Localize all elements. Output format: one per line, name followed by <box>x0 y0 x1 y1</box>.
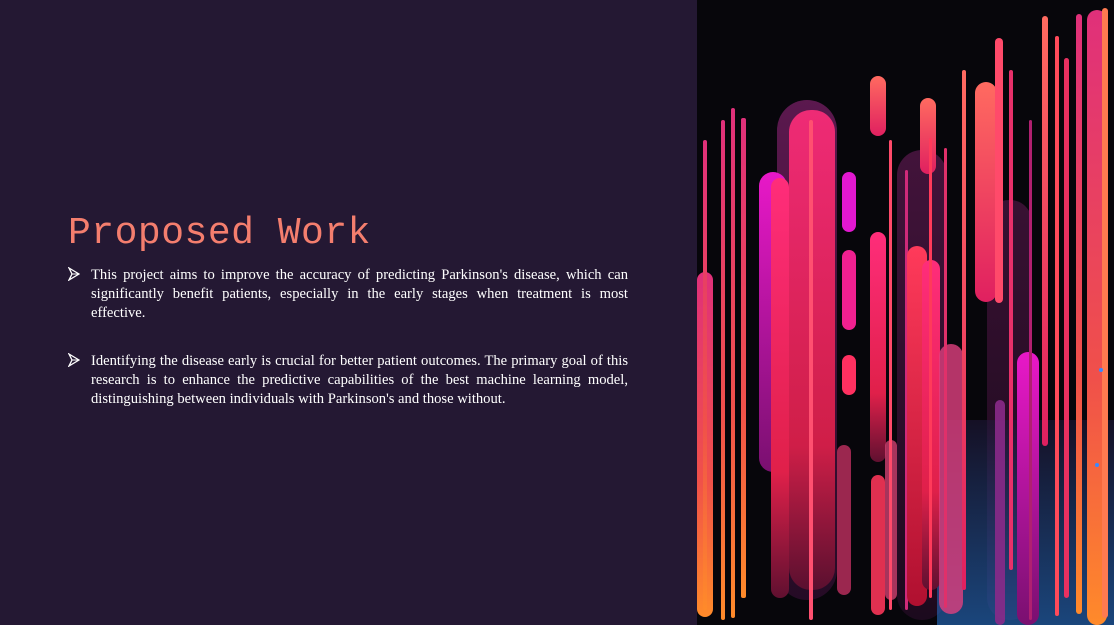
bullet-text: This project aims to improve the accurac… <box>91 267 628 321</box>
arrowhead-bullet-icon <box>68 267 80 281</box>
neon-bars-artwork <box>697 8 1114 625</box>
text-panel: Proposed Work This project aims to impro… <box>0 0 697 625</box>
bullet-item: Identifying the disease early is crucial… <box>68 352 628 409</box>
bullet-text: Identifying the disease early is crucial… <box>91 353 628 407</box>
slide: Proposed Work This project aims to impro… <box>0 0 1114 625</box>
slide-title: Proposed Work <box>68 212 371 255</box>
arrowhead-bullet-icon <box>68 353 80 367</box>
abstract-neon-bars-image <box>697 0 1114 625</box>
bullet-item: This project aims to improve the accurac… <box>68 266 628 323</box>
bullet-list: This project aims to improve the accurac… <box>68 266 628 438</box>
